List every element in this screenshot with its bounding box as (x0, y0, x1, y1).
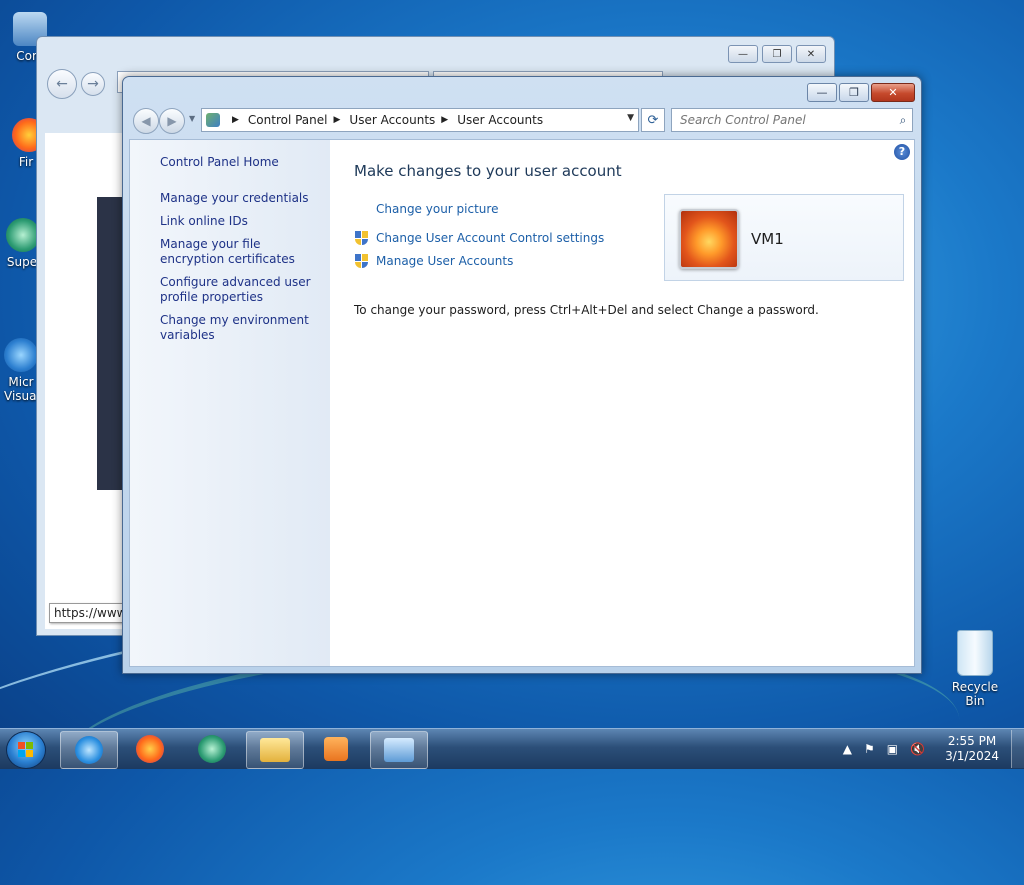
taskbar-internet-explorer[interactable] (60, 731, 118, 769)
refresh-icon: ⟳ (647, 112, 659, 128)
app-icon (198, 735, 226, 763)
desktop-icon-label: Fir (18, 155, 34, 169)
breadcrumb-user-accounts[interactable]: User Accounts (349, 113, 435, 127)
content-area: Control Panel Home Manage your credentia… (129, 139, 915, 667)
change-picture-link[interactable]: Change your picture (376, 202, 498, 216)
search-box[interactable]: ⌕ (671, 108, 913, 132)
network-icon[interactable]: ▣ (887, 742, 898, 756)
taskbar: ▲ ⚑ ▣ 🔇 2:55 PM 3/1/2024 (0, 728, 1024, 769)
main-panel: ? Make changes to your user account Chan… (330, 140, 914, 666)
desktop-icon-label: Supe (6, 255, 38, 269)
system-tray: ▲ ⚑ ▣ 🔇 2:55 PM 3/1/2024 (837, 729, 1024, 769)
minimize-button[interactable]: — (728, 45, 758, 63)
search-icon[interactable]: ⌕ (894, 113, 912, 128)
breadcrumb-user-accounts-current[interactable]: User Accounts (457, 113, 543, 127)
volume-muted-icon[interactable]: 🔇 (910, 742, 925, 756)
control-panel-icon (384, 738, 414, 762)
uac-shield-icon (355, 231, 368, 246)
desktop-icon-label: Micr Visual (4, 375, 40, 403)
search-input[interactable] (678, 112, 894, 128)
manage-user-accounts-link[interactable]: Manage User Accounts (376, 254, 513, 268)
taskbar-firefox[interactable] (122, 731, 178, 767)
recycle-bin-icon (957, 630, 993, 676)
sidebar: Control Panel Home Manage your credentia… (130, 140, 330, 666)
taskbar-file-explorer[interactable] (246, 731, 304, 769)
maximize-button[interactable]: ❐ (839, 83, 869, 102)
firefox-icon (136, 735, 164, 763)
control-panel-window[interactable]: — ❐ ✕ ◀ ▶ ▼ ▶ Control Panel ▶ User Account… (122, 76, 922, 674)
address-bar[interactable]: ▶ Control Panel ▶ User Accounts ▶ User Acco… (201, 108, 639, 132)
recent-pages-chevron-icon[interactable]: ▼ (189, 114, 195, 123)
desktop-icon-label: Recycle Bin (951, 680, 999, 708)
user-account-tile: VM1 (664, 194, 904, 281)
maximize-button[interactable]: ❐ (762, 45, 792, 63)
taskbar-control-panel[interactable] (370, 731, 428, 769)
show-desktop-button[interactable] (1011, 730, 1024, 768)
sidebar-link-environment-variables[interactable]: Change my environment variables (160, 313, 320, 343)
sidebar-link-advanced-profile[interactable]: Configure advanced user profile properti… (160, 275, 320, 305)
close-button[interactable]: ✕ (871, 83, 915, 102)
media-player-icon (324, 737, 348, 761)
user-name: VM1 (751, 230, 784, 248)
taskbar-media-player[interactable] (308, 731, 364, 767)
breadcrumb-separator-icon[interactable]: ▶ (232, 115, 239, 125)
back-arrow-icon[interactable]: ◀ (133, 108, 159, 134)
minimize-button[interactable]: — (807, 83, 837, 102)
breadcrumb-separator-icon[interactable]: ▶ (441, 115, 448, 125)
clock-date: 3/1/2024 (945, 749, 999, 763)
back-arrow-icon[interactable]: ← (47, 69, 77, 99)
taskbar-app[interactable] (184, 731, 240, 767)
password-note: To change your password, press Ctrl+Alt+… (354, 303, 819, 317)
page-title: Make changes to your user account (354, 162, 622, 180)
clock-time: 2:55 PM (947, 734, 997, 748)
sidebar-link-manage-credentials[interactable]: Manage your credentials (160, 191, 320, 206)
desktop-icon-recycle-bin[interactable]: Recycle Bin (942, 630, 1008, 708)
show-hidden-icons-chevron-icon[interactable]: ▲ (843, 742, 852, 756)
sidebar-link-link-online-ids[interactable]: Link online IDs (160, 214, 320, 229)
folder-icon (260, 738, 290, 762)
user-avatar (679, 209, 739, 269)
forward-arrow-icon[interactable]: ▶ (159, 108, 185, 134)
sidebar-link-control-panel-home[interactable]: Control Panel Home (160, 155, 320, 170)
help-icon[interactable]: ? (894, 144, 910, 160)
uac-settings-link[interactable]: Change User Account Control settings (376, 231, 604, 245)
address-dropdown-icon[interactable]: ▼ (627, 113, 634, 123)
navigation-bar: ◀ ▶ ▼ ▶ Control Panel ▶ User Accounts ▶ Use… (131, 107, 915, 134)
control-panel-icon (206, 113, 220, 127)
clock[interactable]: 2:55 PM 3/1/2024 (945, 734, 999, 764)
uac-shield-icon (355, 254, 368, 269)
windows-logo-icon (18, 742, 34, 758)
desktop-icon-super[interactable]: Supe (6, 218, 40, 269)
close-button[interactable]: ✕ (796, 45, 826, 63)
breadcrumb-control-panel[interactable]: Control Panel (248, 113, 328, 127)
sidebar-link-file-encryption[interactable]: Manage your file encryption certificates (160, 237, 320, 267)
app-icon (6, 218, 40, 252)
start-button[interactable] (6, 731, 46, 769)
action-center-flag-icon[interactable]: ⚑ (864, 742, 875, 756)
internet-explorer-icon (75, 736, 103, 764)
refresh-button[interactable]: ⟳ (641, 108, 665, 132)
breadcrumb-separator-icon[interactable]: ▶ (334, 115, 341, 125)
edge-icon (4, 338, 38, 372)
desktop-icon-visual-studio[interactable]: Micr Visual (4, 338, 40, 403)
forward-arrow-icon[interactable]: → (81, 72, 105, 96)
